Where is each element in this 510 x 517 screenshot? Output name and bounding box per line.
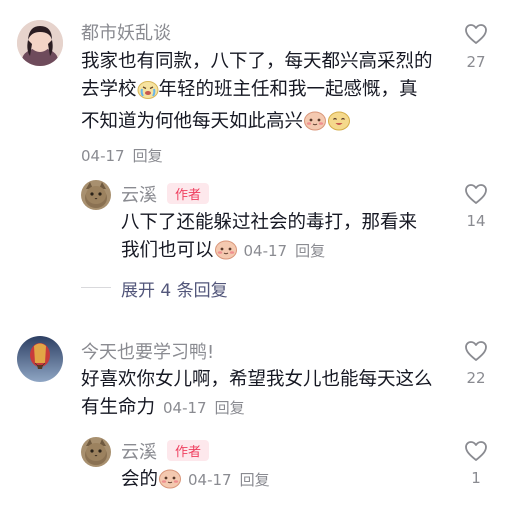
- username[interactable]: 今天也要学习鸭!: [81, 338, 214, 364]
- avatar-author[interactable]: [81, 437, 111, 467]
- heart-outline-icon: [465, 24, 487, 44]
- comment-meta: 04-17 回复: [81, 145, 163, 166]
- comment-date: 04-17: [163, 399, 207, 417]
- comment-line: 我家也有同款，八下了，每天都兴高采烈的: [81, 51, 433, 72]
- avatar-author[interactable]: [81, 180, 111, 210]
- author-name[interactable]: 云溪: [121, 442, 157, 463]
- reply-button[interactable]: 回复: [215, 399, 245, 417]
- like-count: 1: [471, 469, 481, 487]
- reply-date: 04-17: [188, 471, 232, 489]
- like-count: 27: [466, 53, 486, 71]
- reply-line: 我们也可以 04-17 回复: [121, 237, 441, 269]
- like-button[interactable]: [464, 440, 488, 466]
- comment-line: 有生命力 04-17 回复: [81, 397, 245, 418]
- reply-text: 八下了还能躲过社会的毒打，那看来 我们也可以 04-17 回复: [121, 209, 441, 269]
- cat-avatar-icon: [81, 180, 111, 210]
- like-count: 14: [466, 212, 486, 230]
- reply-button[interactable]: 回复: [295, 242, 325, 260]
- avatar-user-1[interactable]: [17, 20, 63, 66]
- shy-face-emoji-icon: [214, 238, 238, 269]
- comment-line: 不知道为何他每天如此高兴: [81, 108, 451, 140]
- reply-text: 会的 04-17 回复: [121, 466, 441, 498]
- reply-button[interactable]: 回复: [133, 147, 163, 165]
- avatar-user-2[interactable]: [17, 336, 63, 382]
- reply-line: 会的 04-17 回复: [121, 466, 441, 498]
- username[interactable]: 都市妖乱谈: [81, 19, 171, 45]
- comment-date: 04-17: [81, 147, 125, 165]
- like-button[interactable]: [464, 340, 488, 366]
- expand-divider: [81, 287, 111, 288]
- expand-replies-button[interactable]: 展开 4 条回复: [121, 276, 228, 301]
- happy-face-emoji-icon: [327, 109, 351, 140]
- crying-face-emoji-icon: [137, 79, 159, 108]
- reply-line: 八下了还能躲过社会的毒打，那看来: [121, 212, 418, 233]
- comment-line: 去学校 年轻的班主任和我一起感慨，真: [81, 76, 451, 108]
- reply-button[interactable]: 回复: [240, 471, 270, 489]
- comment-line: 好喜欢你女儿啊，希望我女儿也能每天这么: [81, 369, 433, 390]
- username: 云溪 作者: [121, 438, 210, 464]
- shy-face-emoji-icon: [158, 467, 182, 498]
- heart-outline-icon: [465, 441, 487, 461]
- comment-text: 好喜欢你女儿啊，希望我女儿也能每天这么 有生命力 04-17 回复: [81, 366, 451, 422]
- author-badge: 作者: [167, 183, 210, 204]
- like-button[interactable]: [464, 183, 488, 209]
- comment-text: 我家也有同款，八下了，每天都兴高采烈的 去学校 年轻的班主任和我一起感慨，真 不知…: [81, 48, 451, 140]
- username: 云溪 作者: [121, 181, 210, 207]
- like-count: 22: [466, 369, 486, 387]
- author-name[interactable]: 云溪: [121, 185, 157, 206]
- heart-outline-icon: [465, 184, 487, 204]
- author-badge: 作者: [167, 440, 210, 461]
- like-button[interactable]: [464, 23, 488, 49]
- heart-outline-icon: [465, 341, 487, 361]
- shy-face-emoji-icon: [303, 109, 327, 140]
- avatar-portrait-icon: [17, 20, 63, 66]
- reply-date: 04-17: [243, 242, 288, 260]
- hot-air-balloon-avatar-icon: [17, 336, 63, 382]
- cat-avatar-icon: [81, 437, 111, 467]
